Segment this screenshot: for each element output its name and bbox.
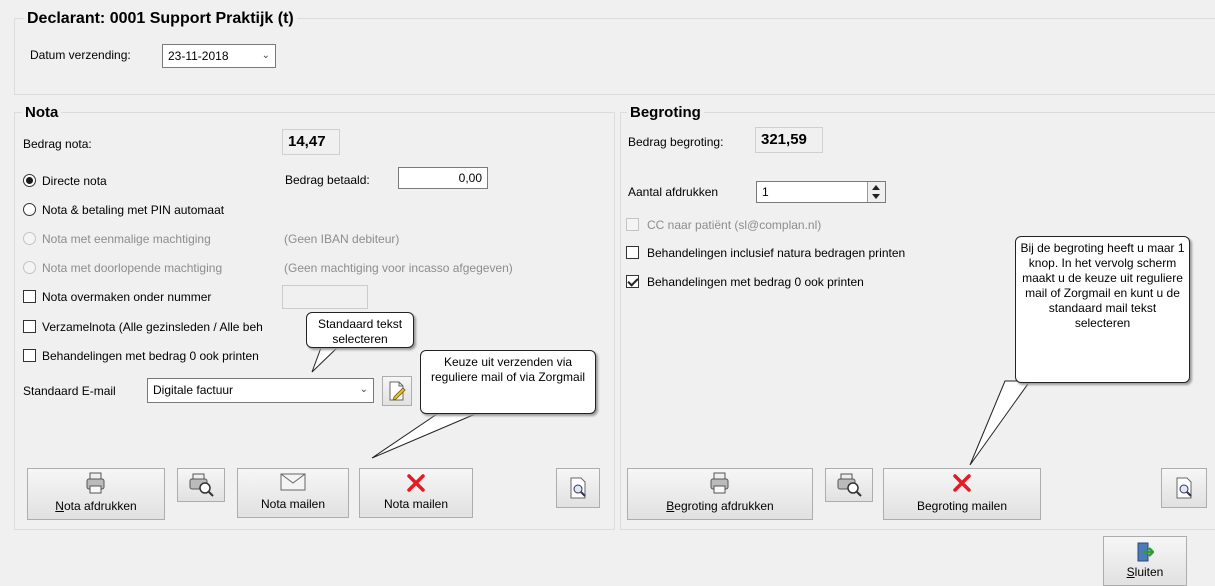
aantal-afdrukken-label: Aantal afdrukken — [628, 185, 719, 199]
checkbox-cc-patient — [626, 218, 639, 231]
cc-patient-label: CC naar patiënt (sl@complan.nl) — [647, 218, 822, 232]
begroting-mailen-button[interactable]: Begroting mailen — [883, 468, 1041, 520]
standaard-email-label: Standaard E-mail — [23, 384, 116, 398]
edit-document-icon — [389, 381, 406, 401]
callout-keuze-verzenden: Keuze uit verzenden via reguliere mail o… — [420, 350, 596, 414]
radio-eenmalige-machtiging — [23, 232, 36, 245]
begroting-mailen-label: Begroting mailen — [916, 499, 1008, 513]
checkbox-nota-overmaken[interactable] — [23, 290, 36, 303]
begroting-afdrukken-text: egroting afdrukken — [674, 499, 774, 513]
radio-pin-automaat-label: Nota & betaling met PIN automaat — [42, 203, 225, 217]
nota-preview-printer-button[interactable] — [177, 468, 225, 502]
checkbox-nota-nul-printen[interactable] — [23, 349, 36, 362]
nota-nul-printen-label: Behandelingen met bedrag 0 ook printen — [42, 349, 259, 363]
begroting-preview-printer-button[interactable] — [825, 468, 873, 502]
machtiging-note: (Geen machtiging voor incasso afgegeven) — [284, 261, 513, 275]
nota-preview-button[interactable] — [556, 468, 600, 508]
chevron-down-icon: ⌄ — [359, 384, 368, 395]
bedrag-betaald-input[interactable]: 0,00 — [398, 167, 488, 189]
nota-mailen-label: Nota mailen — [260, 497, 326, 511]
envelope-icon — [280, 473, 306, 491]
bedrag-begroting-value: 321,59 — [755, 127, 823, 153]
aantal-afdrukken-spinner[interactable] — [867, 182, 885, 202]
nota-afdrukken-text: ota afdrukken — [63, 499, 137, 513]
nota-overmaken-label: Nota overmaken onder nummer — [42, 290, 212, 304]
natura-printen-label: Behandelingen inclusief natura bedragen … — [647, 246, 906, 260]
checkbox-natura-printen[interactable] — [626, 246, 639, 259]
datum-label: Datum verzending: — [30, 48, 131, 62]
document-preview-icon — [570, 477, 586, 499]
sluiten-mnemonic: S — [1126, 565, 1135, 579]
radio-eenmalige-machtiging-label: Nota met eenmalige machtiging — [42, 232, 211, 246]
nota-mailen-zorgmail-label: Nota mailen — [383, 497, 449, 511]
verzamelnota-label: Verzamelnota (Alle gezinsleden / Alle be… — [42, 320, 263, 334]
red-x-icon — [953, 474, 971, 492]
nota-mailen-zorgmail-button[interactable]: Nota mailen — [359, 468, 473, 518]
radio-doorlopende-machtiging-label: Nota met doorlopende machtiging — [42, 261, 223, 275]
chevron-down-icon: ⌄ — [261, 50, 270, 61]
nota-afdrukken-mnemonic: N — [55, 499, 64, 513]
print-preview-icon — [189, 473, 214, 497]
bedrag-betaald-label: Bedrag betaald: — [285, 173, 370, 187]
callout-standaard-tekst: Standaard tekst selecteren — [306, 312, 414, 348]
exit-door-icon — [1137, 542, 1154, 562]
radio-directe-nota[interactable] — [23, 174, 36, 187]
nota-mailen-button[interactable]: Nota mailen — [237, 468, 349, 518]
spin-up-icon[interactable] — [872, 185, 880, 190]
begroting-title: Begroting — [627, 104, 704, 122]
nota-afdrukken-button[interactable]: Nota afdrukken — [27, 468, 165, 520]
print-preview-icon — [837, 473, 862, 497]
declarant-title: Declarant: 0001 Support Praktijk (t) — [24, 10, 297, 28]
standaard-email-value: Digitale factuur — [153, 383, 234, 397]
nota-nummer-input — [282, 285, 368, 309]
edit-email-text-button[interactable] — [382, 376, 412, 406]
datum-value: 23-11-2018 — [168, 49, 229, 63]
bedrag-begroting-label: Bedrag begroting: — [628, 135, 724, 149]
sluiten-label: Sluiten — [1104, 565, 1186, 579]
nota-title: Nota — [22, 104, 62, 122]
datum-select[interactable]: 23-11-2018 ⌄ — [162, 44, 276, 68]
callout-begroting-knop: Bij de begroting heeft u maar 1 knop. In… — [1015, 236, 1190, 383]
sluiten-button[interactable]: Sluiten — [1103, 536, 1187, 586]
document-preview-icon — [1176, 477, 1192, 499]
spin-down-icon[interactable] — [872, 194, 880, 199]
iban-note: (Geen IBAN debiteur) — [284, 232, 400, 246]
nota-afdrukken-label: Nota afdrukken — [28, 499, 164, 513]
radio-doorlopende-machtiging — [23, 261, 36, 274]
standaard-email-select[interactable]: Digitale factuur ⌄ — [147, 378, 374, 403]
printer-icon — [710, 472, 729, 494]
window: Declarant: 0001 Support Praktijk (t) Dat… — [0, 0, 1215, 586]
begroting-preview-button[interactable] — [1161, 468, 1207, 508]
sluiten-text: luiten — [1134, 565, 1164, 579]
checkbox-verzamelnota[interactable] — [23, 320, 36, 333]
red-x-icon — [407, 474, 425, 492]
aantal-afdrukken-value: 1 — [762, 185, 769, 199]
printer-icon — [86, 472, 105, 494]
aantal-afdrukken-input[interactable]: 1 — [756, 181, 886, 203]
bedrag-nota-value: 14,47 — [282, 129, 340, 155]
radio-directe-nota-label: Directe nota — [42, 174, 107, 188]
begroting-afdrukken-label: Begroting afdrukken — [628, 499, 812, 513]
begroting-nul-printen-label: Behandelingen met bedrag 0 ook printen — [647, 275, 864, 289]
checkbox-begroting-nul-printen[interactable] — [626, 275, 639, 288]
bedrag-nota-label: Bedrag nota: — [23, 137, 92, 151]
begroting-afdrukken-button[interactable]: Begroting afdrukken — [627, 468, 813, 520]
radio-pin-automaat[interactable] — [23, 203, 36, 216]
